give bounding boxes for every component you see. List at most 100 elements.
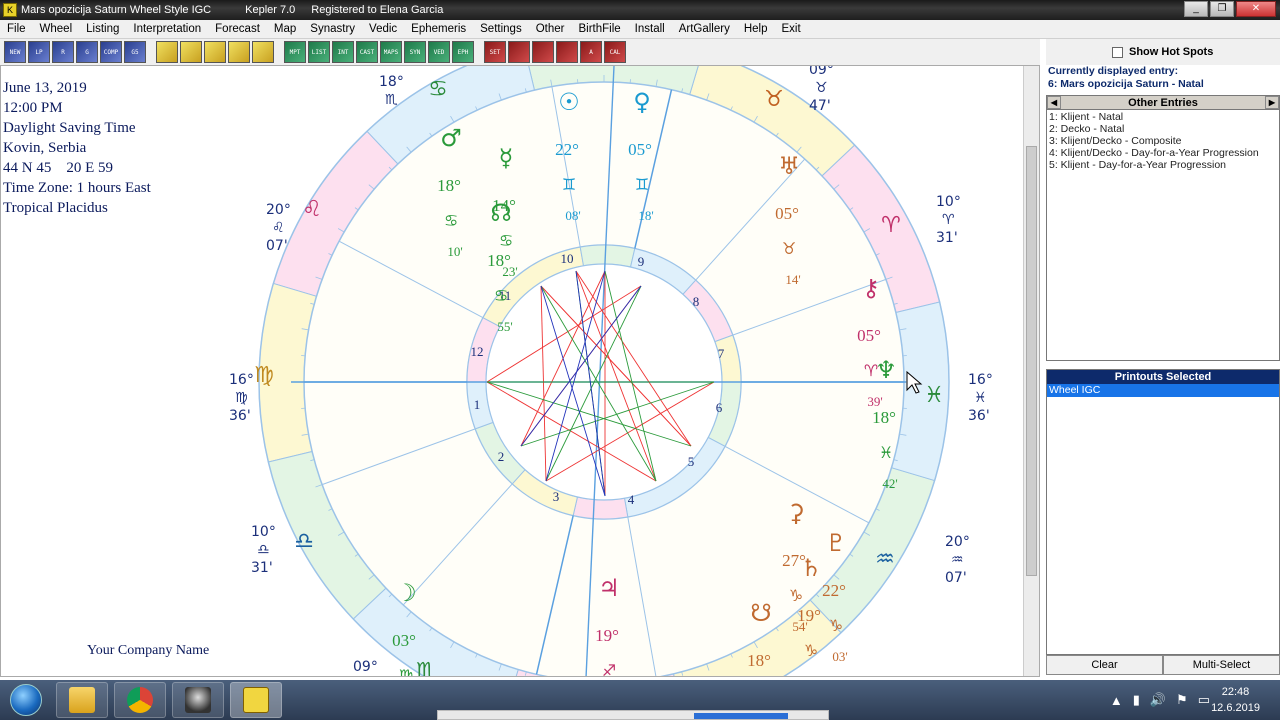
taskbar-portrait[interactable]	[172, 682, 224, 718]
other-entries-list[interactable]: ◀ Other Entries ▶ 1: Klijent - Natal 2: D…	[1046, 95, 1280, 361]
toolbar-eph-button[interactable]: EPH	[452, 41, 474, 63]
entry-item[interactable]: 5: Klijent - Day-for-a-Year Progression	[1049, 159, 1277, 171]
planet-glyph: ☉	[558, 88, 580, 116]
calendar-icon[interactable]	[532, 41, 554, 63]
company-name: Your Company Name	[87, 643, 210, 658]
menu-synastry[interactable]: Synastry	[303, 20, 362, 39]
other-entries-header: ◀ Other Entries ▶	[1047, 96, 1279, 110]
cusp-degree: 16°	[229, 372, 254, 388]
show-hidden-icons-icon[interactable]: ▲	[1110, 693, 1123, 708]
cusp-degree: 16°	[968, 372, 993, 388]
toolbar: NEW LP R G COMP G5 MPT LIST INT CAST MAPS SYN VED EPH…	[0, 39, 1040, 65]
house-number: 5	[688, 454, 695, 469]
restore-icon[interactable]: ❐	[1210, 1, 1234, 17]
zodiac-glyph: ♓	[924, 383, 944, 408]
taskbar-chrome[interactable]	[114, 682, 166, 718]
entry-item[interactable]: 1: Klijent - Natal	[1049, 111, 1277, 123]
cusp-minute: 36'	[229, 408, 251, 424]
start-button-icon[interactable]	[10, 684, 42, 716]
cusp-sign-glyph: ♏	[385, 92, 398, 108]
printout-item[interactable]: Wheel IGC	[1047, 384, 1279, 397]
copy-icon[interactable]	[228, 41, 250, 63]
scroll-right-icon[interactable]: ▶	[1265, 96, 1279, 109]
planet-minute: 10'	[447, 244, 462, 259]
planet-degree: 18°	[487, 251, 511, 270]
flag-icon[interactable]: ⚑	[1176, 692, 1188, 708]
toolbar-mpt-button[interactable]: MPT	[284, 41, 306, 63]
menu-settings[interactable]: Settings	[473, 20, 529, 39]
menu-vedic[interactable]: Vedic	[362, 20, 404, 39]
cusp-sign-glyph: ♌	[272, 220, 285, 236]
print-icon[interactable]	[204, 41, 226, 63]
zodiac-glyph: ♈	[881, 213, 901, 238]
volume-icon[interactable]: 🔊	[1150, 692, 1166, 708]
chart-scrollbar[interactable]	[1023, 66, 1039, 676]
planet-sign-glyph: ♋	[444, 211, 458, 230]
planet-degree: 05°	[628, 140, 652, 159]
toolbar-cast-button[interactable]: CAST	[356, 41, 378, 63]
network-icon[interactable]: ▮	[1133, 692, 1140, 708]
scroll-left-icon[interactable]: ◀	[1047, 96, 1061, 109]
current-entry-block: Currently displayed entry: 6: Mars opozi…	[1046, 65, 1280, 91]
show-hot-spots[interactable]: Show Hot Spots	[1046, 39, 1280, 65]
toolbar-maps-button[interactable]: MAPS	[380, 41, 402, 63]
toolbar-syn-button[interactable]: SYN	[404, 41, 426, 63]
menu-wheel[interactable]: Wheel	[33, 20, 80, 39]
menu-other[interactable]: Other	[529, 20, 572, 39]
toolbar-a-button[interactable]: A	[580, 41, 602, 63]
planet-sign-glyph: ♐	[602, 661, 616, 677]
menu-artgallery[interactable]: ArtGallery	[672, 20, 737, 39]
toolbar-list-button[interactable]: LIST	[308, 41, 330, 63]
toolbar-set-button[interactable]: SET	[484, 41, 506, 63]
cusp-sign-glyph: ♍	[235, 390, 248, 406]
toolbar-g5-button[interactable]: G5	[124, 41, 146, 63]
menu-file[interactable]: File	[0, 20, 33, 39]
email-icon[interactable]	[252, 41, 274, 63]
menu-listing[interactable]: Listing	[79, 20, 126, 39]
toolbar-int-button[interactable]: INT	[332, 41, 354, 63]
planet-minute: 08'	[565, 208, 580, 223]
planet-minute: 18'	[638, 208, 653, 223]
astrology-wheel[interactable]: 123 45678910111218°♏20°♌07'16°♍36'10°♎31'…	[1, 66, 1023, 677]
menu-forecast[interactable]: Forecast	[208, 20, 267, 39]
save-icon[interactable]	[156, 41, 178, 63]
clear-button[interactable]: Clear	[1046, 655, 1163, 675]
scroll-thumb[interactable]	[1026, 146, 1037, 576]
hot-spots-checkbox[interactable]	[1112, 46, 1123, 58]
minimize-icon[interactable]: _	[1184, 1, 1208, 17]
house-number: 3	[553, 489, 560, 504]
toolbar-g-button[interactable]: G	[76, 41, 98, 63]
clock[interactable]: 22:48 12.6.2019	[1211, 684, 1260, 716]
cusp-degree: 20°	[266, 202, 291, 218]
menu-map[interactable]: Map	[267, 20, 303, 39]
toolbar-comp-button[interactable]: COMP	[100, 41, 122, 63]
taskbar-kepler[interactable]	[230, 682, 282, 718]
menu-exit[interactable]: Exit	[774, 20, 807, 39]
toolbar-r-button[interactable]: R	[52, 41, 74, 63]
toolbar-lp-button[interactable]: LP	[28, 41, 50, 63]
toolbar-ved-button[interactable]: VED	[428, 41, 450, 63]
entry-item[interactable]: 3: Klijent/Decko - Composite	[1049, 135, 1277, 147]
help-icon[interactable]	[556, 41, 578, 63]
zodiac-glyph: ♏	[416, 659, 436, 677]
planet-glyph: ⚳	[787, 499, 805, 527]
entry-item[interactable]: 2: Decko - Natal	[1049, 123, 1277, 135]
menu-install[interactable]: Install	[628, 20, 672, 39]
planet-degree: 05°	[857, 326, 881, 345]
planet-sign-glyph: ♓	[879, 443, 893, 462]
menu-help[interactable]: Help	[737, 20, 775, 39]
menu-birthfile[interactable]: BirthFile	[571, 20, 627, 39]
action-center-icon[interactable]: ▭	[1198, 692, 1210, 708]
toolbar-new-button[interactable]: NEW	[4, 41, 26, 63]
clock-icon[interactable]	[508, 41, 530, 63]
cusp-degree: 20°	[945, 534, 970, 550]
close-icon[interactable]: ✕	[1236, 1, 1276, 17]
menu-ephemeris[interactable]: Ephemeris	[404, 20, 473, 39]
entry-item[interactable]: 4: Klijent/Decko - Day-for-a-Year Progre…	[1049, 147, 1277, 159]
menu-interpretation[interactable]: Interpretation	[126, 20, 208, 39]
disk-icon[interactable]	[180, 41, 202, 63]
multi-select-button[interactable]: Multi-Select	[1163, 655, 1280, 675]
taskbar-explorer[interactable]	[56, 682, 108, 718]
toolbar-cal-button[interactable]: CAL	[604, 41, 626, 63]
planet-sign-glyph: ♑	[789, 586, 803, 605]
